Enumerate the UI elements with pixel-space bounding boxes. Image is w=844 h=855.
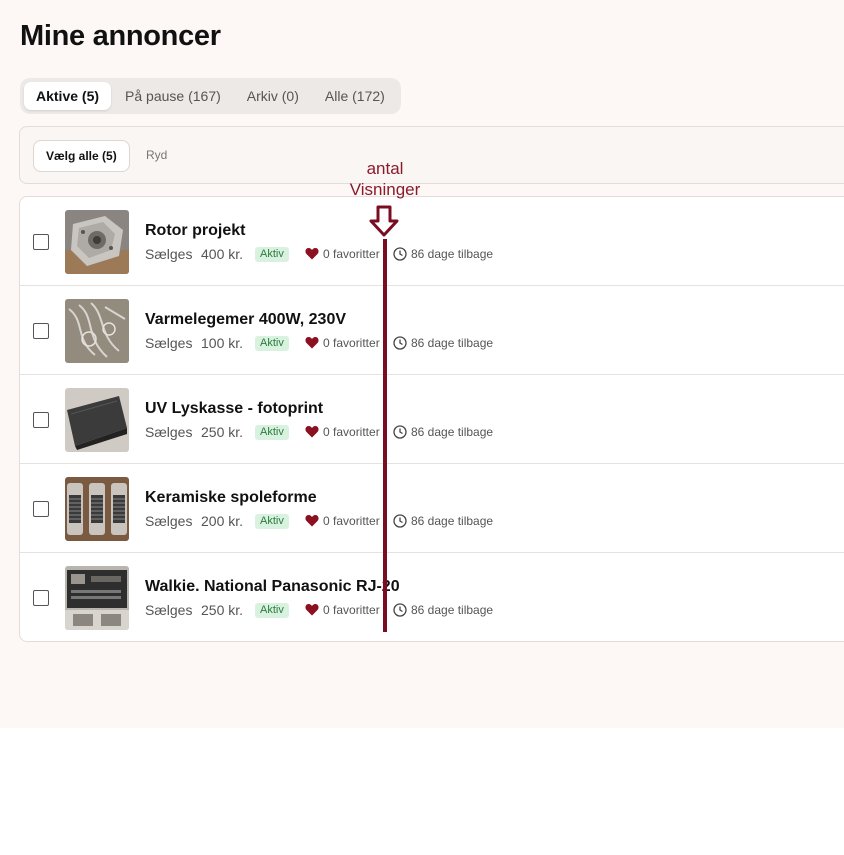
listing-row[interactable]: Keramiske spoleforme Sælges 200 kr. Akti… xyxy=(20,464,844,553)
favorites-count: 0 favoritter xyxy=(323,603,380,617)
favorites-count: 0 favoritter xyxy=(323,514,380,528)
clear-button[interactable]: Ryd xyxy=(146,140,167,170)
tab-paused[interactable]: På pause (167) xyxy=(113,82,233,110)
heart-icon xyxy=(305,247,319,263)
listing-age: 86 dage tilbage xyxy=(411,247,494,261)
listing-row[interactable]: Varmelegemer 400W, 230V Sælges 100 kr. A… xyxy=(20,286,844,375)
clock-icon xyxy=(393,336,407,353)
status-badge: Aktiv xyxy=(255,514,289,529)
listing-thumbnail[interactable] xyxy=(65,477,129,541)
listing-checkbox[interactable] xyxy=(33,590,49,606)
clock-icon xyxy=(393,603,407,620)
listing-thumbnail[interactable] xyxy=(65,388,129,452)
heart-icon xyxy=(305,425,319,441)
status-badge: Aktiv xyxy=(255,425,289,440)
listing-price: 250 kr. xyxy=(201,424,244,440)
listing-checkbox[interactable] xyxy=(33,323,49,339)
listing-title[interactable]: UV Lyskasse - fotoprint xyxy=(145,400,323,418)
clock-icon xyxy=(393,514,407,531)
annotation-label: antal Visninger xyxy=(340,158,430,200)
selection-toolbar: Vælg alle (5) Ryd xyxy=(19,126,844,184)
listing-price: 400 kr. xyxy=(201,246,244,262)
heart-icon xyxy=(305,336,319,352)
listing-age: 86 dage tilbage xyxy=(411,336,494,350)
status-badge: Aktiv xyxy=(255,603,289,618)
favorites-count: 0 favoritter xyxy=(323,247,380,261)
listing-title[interactable]: Keramiske spoleforme xyxy=(145,489,317,507)
page-title: Mine annoncer xyxy=(20,20,221,52)
listing-row[interactable]: Walkie. National Panasonic RJ-20 Sælges … xyxy=(20,553,844,641)
listing-age: 86 dage tilbage xyxy=(411,425,494,439)
listing-thumbnail[interactable] xyxy=(65,299,129,363)
status-badge: Aktiv xyxy=(255,247,289,262)
listing-thumbnail[interactable] xyxy=(65,210,129,274)
listing-type: Sælges xyxy=(145,602,193,618)
listing-price: 250 kr. xyxy=(201,602,244,618)
annotation-line1: antal xyxy=(366,159,404,178)
status-badge: Aktiv xyxy=(255,336,289,351)
clock-icon xyxy=(393,247,407,264)
heart-icon xyxy=(305,603,319,619)
listing-title[interactable]: Walkie. National Panasonic RJ-20 xyxy=(145,578,400,596)
listing-checkbox[interactable] xyxy=(33,501,49,517)
tab-bar: Aktive (5) På pause (167) Arkiv (0) Alle… xyxy=(20,78,401,114)
listing-type: Sælges xyxy=(145,424,193,440)
favorites-count: 0 favoritter xyxy=(323,425,380,439)
annotation-line2: Visninger xyxy=(349,180,421,199)
listing-type: Sælges xyxy=(145,513,193,529)
listing-checkbox[interactable] xyxy=(33,234,49,250)
favorites-count: 0 favoritter xyxy=(323,336,380,350)
listing-age: 86 dage tilbage xyxy=(411,603,494,617)
listing-age: 86 dage tilbage xyxy=(411,514,494,528)
listing-type: Sælges xyxy=(145,246,193,262)
listing-thumbnail[interactable] xyxy=(65,566,129,630)
listing-type: Sælges xyxy=(145,335,193,351)
listing-checkbox[interactable] xyxy=(33,412,49,428)
annotation-line xyxy=(383,239,387,632)
listing-price: 200 kr. xyxy=(201,513,244,529)
listing-title[interactable]: Varmelegemer 400W, 230V xyxy=(145,311,346,329)
listing-row[interactable]: Rotor projekt Sælges 400 kr. Aktiv 0 fav… xyxy=(20,197,844,286)
tab-archive[interactable]: Arkiv (0) xyxy=(235,82,311,110)
tab-active[interactable]: Aktive (5) xyxy=(24,82,112,110)
listing-title[interactable]: Rotor projekt xyxy=(145,222,245,240)
listings-list: Rotor projekt Sælges 400 kr. Aktiv 0 fav… xyxy=(19,196,844,642)
down-arrow-icon xyxy=(368,205,400,242)
tab-all[interactable]: Alle (172) xyxy=(313,82,397,110)
clock-icon xyxy=(393,425,407,442)
heart-icon xyxy=(305,514,319,530)
select-all-button[interactable]: Vælg alle (5) xyxy=(33,140,130,172)
listing-price: 100 kr. xyxy=(201,335,244,351)
listing-row[interactable]: UV Lyskasse - fotoprint Sælges 250 kr. A… xyxy=(20,375,844,464)
